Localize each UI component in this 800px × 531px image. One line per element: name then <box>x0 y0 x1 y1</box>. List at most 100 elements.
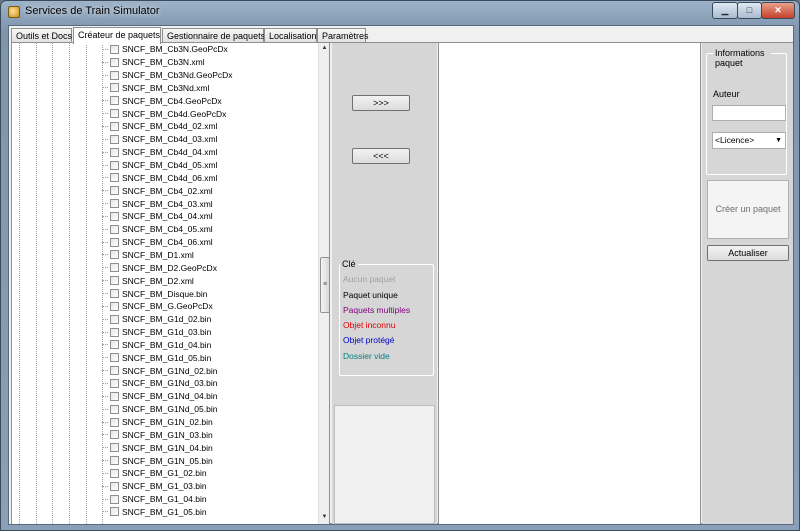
tree-item-checkbox[interactable] <box>110 83 119 93</box>
tree-item-checkbox[interactable] <box>110 121 119 131</box>
tree-item[interactable]: SNCF_BM_Cb4d_06.xml <box>102 172 217 185</box>
tree-item-checkbox[interactable] <box>110 404 119 414</box>
tree-item-checkbox[interactable] <box>110 481 119 491</box>
tree-item-checkbox[interactable] <box>110 507 119 517</box>
tree-connector <box>102 485 108 487</box>
tree-item-checkbox[interactable] <box>110 430 119 440</box>
tree-item-checkbox[interactable] <box>110 378 119 388</box>
maximize-button[interactable]: □ <box>737 2 762 19</box>
tree-item-checkbox[interactable] <box>110 289 119 299</box>
add-to-package-button[interactable]: >>> <box>352 95 410 111</box>
tree-item[interactable]: SNCF_BM_Cb3Nd.GeoPcDx <box>102 69 233 82</box>
tree-item[interactable]: SNCF_BM_Cb4d.GeoPcDx <box>102 107 226 120</box>
tree-item[interactable]: SNCF_BM_G.GeoPcDx <box>102 300 213 313</box>
tree-item[interactable]: SNCF_BM_G1d_03.bin <box>102 326 211 339</box>
tree-item-checkbox[interactable] <box>110 263 119 273</box>
tree-item-checkbox[interactable] <box>110 250 119 260</box>
tree-item[interactable]: SNCF_BM_Cb4_04.xml <box>102 210 213 223</box>
tree-item[interactable]: SNCF_BM_G1Nd_03.bin <box>102 377 217 390</box>
tree-item-checkbox[interactable] <box>110 468 119 478</box>
tree-item-checkbox[interactable] <box>110 276 119 286</box>
tree-item[interactable]: SNCF_BM_Cb4_03.xml <box>102 197 213 210</box>
tree-item[interactable]: SNCF_BM_G1N_04.bin <box>102 441 213 454</box>
close-button[interactable]: ✕ <box>761 2 795 19</box>
minimize-button[interactable]: ▁ <box>712 2 738 19</box>
tree-item[interactable]: SNCF_BM_G1Nd_04.bin <box>102 390 217 403</box>
tree-item-checkbox[interactable] <box>110 44 119 54</box>
tree-item-checkbox[interactable] <box>110 494 119 504</box>
tree-item-checkbox[interactable] <box>110 456 119 466</box>
tree-item[interactable]: SNCF_BM_Cb3Nd.xml <box>102 82 209 95</box>
tree-item[interactable]: SNCF_BM_G1_05.bin <box>102 506 207 519</box>
tab-page: SNCF_BM_Cb3N.GeoPcDx SNCF_BM_Cb3N.xml SNCF… <box>11 42 793 524</box>
tree-item-checkbox[interactable] <box>110 109 119 119</box>
tree-item[interactable]: SNCF_BM_Cb4d_04.xml <box>102 146 217 159</box>
tree-item[interactable]: SNCF_BM_Cb4_02.xml <box>102 184 213 197</box>
tree-item[interactable]: SNCF_BM_Cb4d_03.xml <box>102 133 217 146</box>
scroll-down-arrow-icon[interactable]: ▼ <box>319 512 329 523</box>
tab-outils-et-docs[interactable]: Outils et Docs <box>11 28 72 43</box>
tree-item[interactable]: SNCF_BM_G1_02.bin <box>102 467 207 480</box>
tree-scrollbar[interactable]: ▲ ≡ ▼ <box>318 43 329 524</box>
refresh-button[interactable]: Actualiser <box>707 245 789 261</box>
tree-item[interactable]: SNCF_BM_Cb3N.GeoPcDx <box>102 43 228 56</box>
tree-item[interactable]: SNCF_BM_G1d_02.bin <box>102 313 211 326</box>
tree-item[interactable]: SNCF_BM_Cb4d_05.xml <box>102 159 217 172</box>
tree-item[interactable]: SNCF_BM_G1N_05.bin <box>102 454 213 467</box>
tree-item[interactable]: SNCF_BM_Cb4d_02.xml <box>102 120 217 133</box>
tree-item-checkbox[interactable] <box>110 391 119 401</box>
tree-item-checkbox[interactable] <box>110 301 119 311</box>
tab-gestionnaire-de-paquets[interactable]: Gestionnaire de paquets <box>162 28 265 43</box>
file-tree[interactable]: SNCF_BM_Cb3N.GeoPcDx SNCF_BM_Cb3N.xml SNCF… <box>12 43 330 524</box>
tree-item-checkbox[interactable] <box>110 70 119 80</box>
tree-item-checkbox[interactable] <box>110 443 119 453</box>
tree-item-label: SNCF_BM_G1N_05.bin <box>122 455 213 466</box>
tab-createur-de-paquets[interactable]: Créateur de paquets <box>73 27 161 44</box>
title-bar[interactable]: Services de Train Simulator ▁ □ ✕ <box>1 1 799 23</box>
author-input[interactable] <box>712 105 786 121</box>
tree-item[interactable]: SNCF_BM_Cb4.GeoPcDx <box>102 94 222 107</box>
tree-item-checkbox[interactable] <box>110 366 119 376</box>
tab-parametres[interactable]: Paramètres <box>317 28 369 43</box>
tree-item[interactable]: SNCF_BM_D1.xml <box>102 249 194 262</box>
remove-from-package-button[interactable]: <<< <box>352 148 410 164</box>
tree-item-checkbox[interactable] <box>110 134 119 144</box>
tree-item[interactable]: SNCF_BM_Cb4_05.xml <box>102 223 213 236</box>
tree-item[interactable]: SNCF_BM_G1Nd_05.bin <box>102 403 217 416</box>
legend-objet-protege: Objet protégé <box>343 335 395 345</box>
tree-item-label: SNCF_BM_Cb4_04.xml <box>122 211 213 222</box>
tree-item[interactable]: SNCF_BM_Cb3N.xml <box>102 56 205 69</box>
package-contents-list[interactable] <box>438 43 701 524</box>
tree-item[interactable]: SNCF_BM_G1N_03.bin <box>102 429 213 442</box>
tree-item-checkbox[interactable] <box>110 237 119 247</box>
tree-item-checkbox[interactable] <box>110 199 119 209</box>
tree-item-checkbox[interactable] <box>110 314 119 324</box>
tree-item-checkbox[interactable] <box>110 173 119 183</box>
tree-item-checkbox[interactable] <box>110 147 119 157</box>
tree-item[interactable]: SNCF_BM_G1d_05.bin <box>102 351 211 364</box>
tree-item[interactable]: SNCF_BM_G1_03.bin <box>102 480 207 493</box>
tree-item[interactable]: SNCF_BM_Disque.bin <box>102 287 208 300</box>
tree-item-checkbox[interactable] <box>110 160 119 170</box>
tree-item-checkbox[interactable] <box>110 211 119 221</box>
tree-item-checkbox[interactable] <box>110 340 119 350</box>
tree-item-checkbox[interactable] <box>110 327 119 337</box>
tree-item-checkbox[interactable] <box>110 186 119 196</box>
create-package-button[interactable]: Créer un paquet <box>707 180 789 239</box>
scroll-thumb[interactable]: ≡ <box>320 257 329 313</box>
tree-item-checkbox[interactable] <box>110 57 119 67</box>
tree-item[interactable]: SNCF_BM_D2.xml <box>102 274 194 287</box>
tree-item-checkbox[interactable] <box>110 96 119 106</box>
tree-item[interactable]: SNCF_BM_D2.GeoPcDx <box>102 261 217 274</box>
tree-item[interactable]: SNCF_BM_G1N_02.bin <box>102 416 213 429</box>
tree-item-checkbox[interactable] <box>110 353 119 363</box>
tab-localisation[interactable]: Localisation <box>264 28 317 43</box>
tree-item[interactable]: SNCF_BM_G1Nd_02.bin <box>102 364 217 377</box>
tree-item[interactable]: SNCF_BM_Cb4_06.xml <box>102 236 213 249</box>
tree-item[interactable]: SNCF_BM_G1d_04.bin <box>102 339 211 352</box>
licence-dropdown[interactable]: <Licence> ▼ <box>712 132 786 149</box>
tree-item-checkbox[interactable] <box>110 417 119 427</box>
tree-item[interactable]: SNCF_BM_G1_04.bin <box>102 493 207 506</box>
scroll-up-arrow-icon[interactable]: ▲ <box>319 43 329 54</box>
tree-item-checkbox[interactable] <box>110 224 119 234</box>
